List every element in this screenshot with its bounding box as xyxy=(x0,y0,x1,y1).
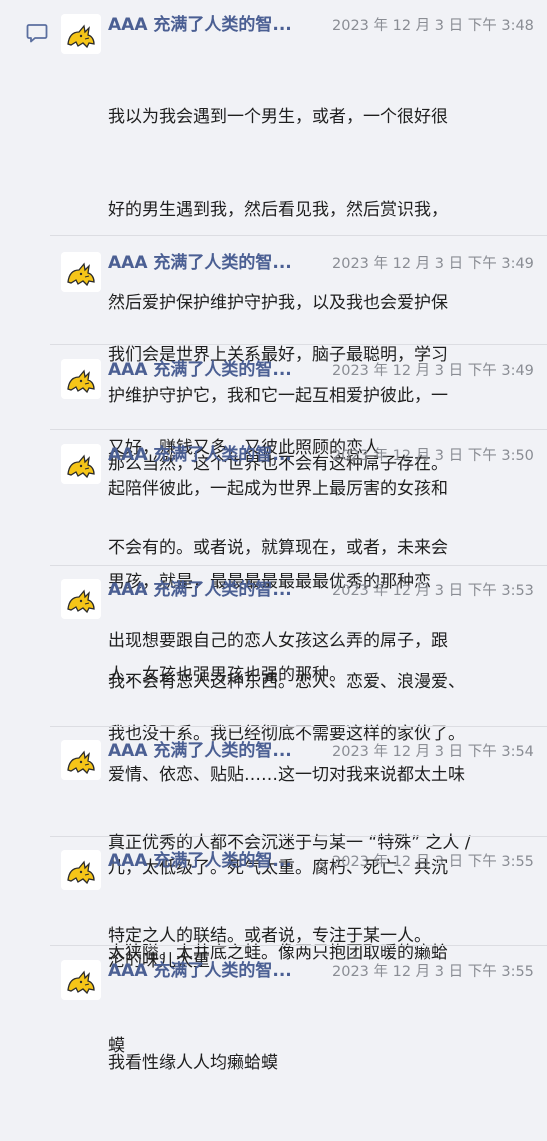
yellow-cat-avatar-icon xyxy=(61,359,101,399)
comment-time: 2023 年 12 月 3 日 下午 3:53 xyxy=(332,583,534,599)
comment-time: 2023 年 12 月 3 日 下午 3:49 xyxy=(332,256,534,272)
comment-author[interactable]: AAA 充满了人类的智... xyxy=(108,357,292,383)
yellow-cat-avatar-icon xyxy=(61,14,101,54)
yellow-cat-avatar-icon xyxy=(61,740,101,780)
yellow-cat-avatar-icon xyxy=(61,850,101,890)
comment-time: 2023 年 12 月 3 日 下午 3:50 xyxy=(332,448,534,464)
comment-line: 好的男生遇到我，然后看见我，然后赏识我， xyxy=(108,200,448,220)
divider xyxy=(50,945,547,946)
divider xyxy=(50,836,547,837)
yellow-cat-avatar-icon xyxy=(61,579,101,619)
comment-time: 2023 年 12 月 3 日 下午 3:55 xyxy=(332,854,534,870)
avatar[interactable] xyxy=(61,14,101,54)
comment-author[interactable]: AAA 充满了人类的智... xyxy=(108,12,292,38)
comment-body: 我看性缘人人均癞蛤蟆 xyxy=(108,986,528,1141)
comment-line: 不会有的。或者说，就算现在，或者，未来会 xyxy=(108,538,448,558)
avatar[interactable] xyxy=(61,850,101,890)
comment-icon[interactable] xyxy=(26,22,48,44)
comment-line: 我不会有恋人这种东西。恋人、恋爱、浪漫爱、 xyxy=(108,672,465,692)
comment-author[interactable]: AAA 充满了人类的智... xyxy=(108,958,292,984)
divider xyxy=(50,726,547,727)
comment-author[interactable]: AAA 充满了人类的智... xyxy=(108,442,292,468)
avatar[interactable] xyxy=(61,579,101,619)
yellow-cat-avatar-icon xyxy=(61,960,101,1000)
avatar[interactable] xyxy=(61,252,101,292)
comment-time: 2023 年 12 月 3 日 下午 3:54 xyxy=(332,744,534,760)
comment-time: 2023 年 12 月 3 日 下午 3:48 xyxy=(332,18,534,34)
avatar[interactable] xyxy=(61,444,101,484)
comment-author[interactable]: AAA 充满了人类的智... xyxy=(108,577,292,603)
divider xyxy=(50,235,547,236)
divider xyxy=(50,565,547,566)
avatar[interactable] xyxy=(61,960,101,1000)
avatar[interactable] xyxy=(61,359,101,399)
comment-author[interactable]: AAA 充满了人类的智... xyxy=(108,738,292,764)
divider xyxy=(50,344,547,345)
comment-author[interactable]: AAA 充满了人类的智... xyxy=(108,848,292,874)
comment-author[interactable]: AAA 充满了人类的智... xyxy=(108,250,292,276)
divider xyxy=(50,429,547,430)
yellow-cat-avatar-icon xyxy=(61,444,101,484)
avatar[interactable] xyxy=(61,740,101,780)
yellow-cat-avatar-icon xyxy=(61,252,101,292)
comment-time: 2023 年 12 月 3 日 下午 3:55 xyxy=(332,964,534,980)
comment-line: 我以为我会遇到一个男生，或者，一个很好很 xyxy=(108,107,448,127)
comment-line: 我看性缘人人均癞蛤蟆 xyxy=(108,1053,278,1073)
comment-time: 2023 年 12 月 3 日 下午 3:49 xyxy=(332,363,534,379)
